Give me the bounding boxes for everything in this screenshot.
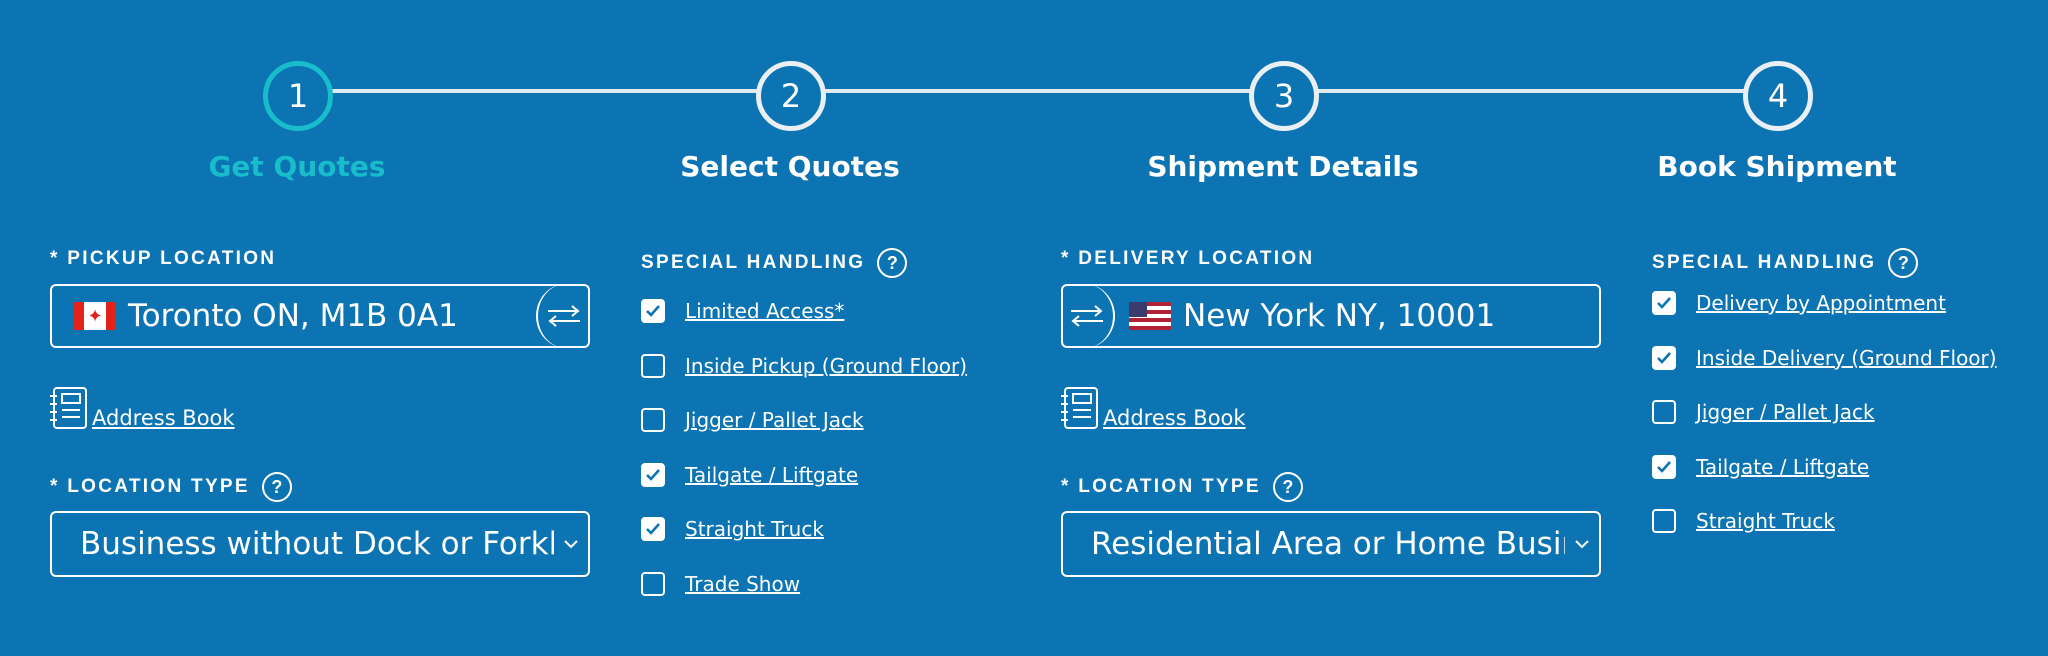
- usa-flag-icon: [1129, 302, 1171, 330]
- checkbox-label[interactable]: Limited Access*: [685, 299, 844, 323]
- step-4-circle[interactable]: 4: [1743, 61, 1813, 131]
- address-book-link[interactable]: Address Book: [92, 406, 235, 430]
- step-1-label: Get Quotes: [208, 150, 386, 183]
- checkmark-icon: [1657, 351, 1671, 364]
- progress-stepper: 1 2 3 4 Get Quotes Select Quotes Shipmen…: [0, 0, 2048, 200]
- pickup-handling-option-4[interactable]: Tailgate / Liftgate: [641, 462, 858, 487]
- pickup-location-type-select[interactable]: Business without Dock or Forklift: [50, 511, 590, 577]
- pickup-location-field[interactable]: ✦ Toronto ON, M1B 0A1: [50, 284, 590, 348]
- checkbox-label[interactable]: Tailgate / Liftgate: [685, 463, 858, 487]
- pickup-handling-option-6[interactable]: Trade Show: [641, 571, 800, 596]
- checkbox-label[interactable]: Jigger / Pallet Jack: [685, 408, 864, 432]
- step-2-circle[interactable]: 2: [756, 61, 826, 131]
- delivery-handling-option-2[interactable]: Inside Delivery (Ground Floor): [1652, 345, 1997, 370]
- delivery-address-book[interactable]: Address Book: [1061, 386, 1246, 430]
- help-icon[interactable]: ?: [877, 248, 908, 278]
- pickup-handling-option-1[interactable]: Limited Access*: [641, 299, 844, 323]
- address-book-link[interactable]: Address Book: [1103, 406, 1246, 430]
- checkbox-label[interactable]: Straight Truck: [1696, 509, 1835, 533]
- swap-arrows-icon: [1071, 305, 1103, 327]
- checkbox[interactable]: [1652, 509, 1676, 533]
- pickup-handling-option-3[interactable]: Jigger / Pallet Jack: [641, 408, 864, 432]
- step-connector: [1317, 89, 1747, 93]
- checkbox[interactable]: [1652, 400, 1676, 424]
- swap-arrows-icon: [548, 305, 580, 327]
- step-2-label: Select Quotes: [680, 150, 900, 183]
- step-3-circle[interactable]: 3: [1249, 61, 1319, 131]
- pickup-address-book[interactable]: Address Book: [50, 386, 235, 430]
- chevron-down-icon: [1565, 539, 1599, 549]
- checkbox-checked[interactable]: [641, 299, 665, 323]
- checkbox-checked[interactable]: [641, 517, 665, 541]
- step-4-label: Book Shipment: [1657, 150, 1897, 183]
- delivery-location-label-text: * DELIVERY LOCATION: [1061, 248, 1315, 269]
- pickup-special-handling-label: SPECIAL HANDLING ?: [641, 248, 908, 278]
- checkbox[interactable]: [641, 571, 665, 596]
- delivery-handling-option-4[interactable]: Tailgate / Liftgate: [1652, 454, 1869, 479]
- step-3-label: Shipment Details: [1147, 150, 1419, 183]
- checkmark-icon: [1657, 460, 1671, 473]
- address-book-icon: [1061, 387, 1098, 429]
- delivery-location-field[interactable]: New York NY, 10001: [1061, 284, 1601, 348]
- pickup-handling-option-5[interactable]: Straight Truck: [641, 517, 824, 541]
- pickup-location-value[interactable]: Toronto ON, M1B 0A1: [128, 298, 458, 334]
- pickup-location-label-text: * PICKUP LOCATION: [50, 248, 277, 269]
- checkbox-label[interactable]: Straight Truck: [685, 517, 824, 541]
- delivery-location-type-select[interactable]: Residential Area or Home Business: [1061, 511, 1601, 577]
- pickup-location-label: * PICKUP LOCATION: [50, 248, 276, 270]
- help-icon[interactable]: ?: [1888, 248, 1919, 278]
- delivery-handling-option-1[interactable]: Delivery by Appointment: [1652, 291, 1946, 315]
- step-connector: [823, 89, 1254, 93]
- chevron-down-icon: [554, 539, 588, 549]
- checkmark-icon: [646, 523, 660, 535]
- address-book-icon: [50, 387, 87, 429]
- step-connector: [330, 89, 760, 93]
- checkbox-label[interactable]: Delivery by Appointment: [1696, 291, 1946, 315]
- delivery-handling-option-5[interactable]: Straight Truck: [1652, 509, 1835, 533]
- pickup-location-type-value: Business without Dock or Forklift: [80, 526, 554, 562]
- delivery-handling-option-3[interactable]: Jigger / Pallet Jack: [1652, 400, 1875, 424]
- checkmark-icon: [1657, 297, 1671, 309]
- help-icon[interactable]: ?: [261, 472, 292, 502]
- checkbox-label[interactable]: Trade Show: [685, 572, 800, 596]
- special-handling-label-text: SPECIAL HANDLING: [641, 252, 866, 273]
- special-handling-label-text: SPECIAL HANDLING: [1652, 252, 1877, 273]
- delivery-location-type-label-text: * LOCATION TYPE: [1061, 476, 1261, 497]
- checkbox-label[interactable]: Inside Delivery (Ground Floor): [1696, 346, 1997, 370]
- checkbox-label[interactable]: Inside Pickup (Ground Floor): [685, 354, 967, 378]
- checkbox-label[interactable]: Jigger / Pallet Jack: [1696, 400, 1875, 424]
- pickup-location-type-label-text: * LOCATION TYPE: [50, 476, 250, 497]
- delivery-location-value[interactable]: New York NY, 10001: [1183, 298, 1495, 334]
- pickup-handling-option-2[interactable]: Inside Pickup (Ground Floor): [641, 353, 967, 378]
- delivery-special-handling-label: SPECIAL HANDLING ?: [1652, 248, 1919, 278]
- checkbox[interactable]: [641, 353, 665, 378]
- swap-locations-button[interactable]: [1061, 284, 1115, 348]
- checkbox-checked[interactable]: [1652, 291, 1676, 315]
- checkbox[interactable]: [641, 408, 665, 432]
- pickup-location-type-label: * LOCATION TYPE ?: [50, 472, 292, 502]
- checkbox-checked[interactable]: [1652, 454, 1676, 479]
- checkbox-checked[interactable]: [1652, 345, 1676, 370]
- delivery-location-label: * DELIVERY LOCATION: [1061, 248, 1314, 270]
- delivery-location-type-label: * LOCATION TYPE ?: [1061, 472, 1303, 502]
- step-1-circle[interactable]: 1: [263, 61, 333, 131]
- delivery-location-type-value: Residential Area or Home Business: [1091, 526, 1565, 562]
- canada-flag-icon: ✦: [74, 302, 116, 330]
- help-icon[interactable]: ?: [1272, 472, 1303, 502]
- checkmark-icon: [646, 468, 660, 481]
- checkbox-checked[interactable]: [641, 462, 665, 487]
- checkmark-icon: [646, 305, 660, 317]
- checkbox-label[interactable]: Tailgate / Liftgate: [1696, 455, 1869, 479]
- swap-locations-button[interactable]: [536, 284, 590, 348]
